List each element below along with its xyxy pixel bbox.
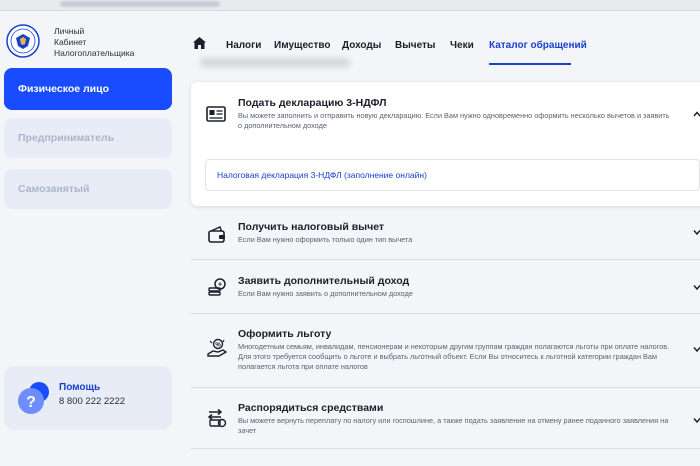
svg-text:%: % [215,342,221,348]
home-icon[interactable] [193,37,206,49]
sidebar-item-self-employed[interactable]: Самозанятый [4,169,172,209]
chevron-down-icon[interactable] [693,416,700,424]
row-subtitle-line: о дополнительном доходе [238,121,327,130]
wallet-icon [208,226,225,243]
help-widget[interactable]: ? Помощь 8 800 222 2222 [4,366,172,430]
row-subtitle-line: зачет [238,426,257,435]
sidebar-item-individual[interactable]: Физическое лицо [4,68,172,110]
row-subtitle: Вы можете заполнить и отправить новую де… [238,111,670,131]
money-transfer-icon [207,408,227,428]
tab-income[interactable]: Доходы [342,40,381,51]
help-phone[interactable]: 8 800 222 2222 [59,396,125,407]
row-subtitle-line: Если Вам нужно заявить о дополнительном … [238,289,413,298]
tab-property[interactable]: Имущество [274,40,330,51]
brand-line: Кабинет [54,37,87,47]
document-form-icon [206,106,226,122]
coins-stack-icon: + [208,278,226,296]
tab-taxes[interactable]: Налоги [226,40,261,51]
row-subtitle-line: Для этого требуется сообщить о льготе и … [238,352,657,361]
row-subtitle: Если Вам нужно заявить о дополнительном … [238,289,413,299]
row-title[interactable]: Оформить льготу [238,328,331,340]
svg-text:+: + [218,282,222,289]
row-title[interactable]: Заявить дополнительный доход [238,275,409,287]
chevron-up-icon[interactable] [693,110,700,118]
row-subtitle: Многодетным семьям, инвалидам, пенсионер… [238,342,669,372]
row-subtitle-line: полагается льгота при оплате налогов [238,362,368,371]
help-question-icon: ? [18,382,49,414]
chevron-down-icon[interactable] [693,345,700,353]
declaration-online-link[interactable]: Налоговая декларация 3-НДФЛ (заполнение … [217,170,427,180]
row-title[interactable]: Получить налоговый вычет [238,221,384,233]
brand-title: Личный Кабинет Налогоплательщика [54,26,134,59]
tab-request-catalog[interactable]: Каталог обращений [489,40,587,51]
tab-deductions[interactable]: Вычеты [395,40,435,51]
row-subtitle: Если Вам нужно оформить только один тип … [238,235,412,245]
active-tab-underline [489,63,571,65]
sidebar-item-entrepreneur[interactable]: Предприниматель [4,118,172,158]
svg-text:?: ? [26,394,36,411]
row-subtitle-line: Вы можете вернуть переплату по налогу ил… [238,416,669,425]
row-title: Подать декларацию 3-НДФЛ [238,97,387,109]
blurred-address [60,1,220,7]
row-title[interactable]: Распорядиться средствами [238,402,383,414]
chevron-down-icon[interactable] [693,228,700,236]
row-divider [191,313,700,314]
row-subtitle-line: Многодетным семьям, инвалидам, пенсионер… [238,342,670,351]
blurred-user-name [200,58,350,67]
sidebar-item-label: Самозанятый [18,183,90,195]
chevron-down-icon[interactable] [693,283,700,291]
row-divider [191,259,700,260]
hand-percent-icon: % [207,338,227,357]
row-subtitle-line: Вы можете заполнить и отправить новую де… [238,111,670,120]
row-subtitle: Вы можете вернуть переплату по налогу ил… [238,416,668,436]
row-subtitle-line: Если Вам нужно оформить только один тип … [238,235,413,244]
row-divider [191,387,700,388]
help-title: Помощь [59,382,101,393]
fns-emblem-icon [6,24,40,58]
sidebar-item-label: Предприниматель [18,132,115,144]
row-divider [191,448,700,449]
sidebar-item-label: Физическое лицо [18,83,110,95]
brand-line: Личный [54,26,85,36]
brand-line: Налогоплательщика [54,48,135,58]
tab-receipts[interactable]: Чеки [450,40,474,51]
